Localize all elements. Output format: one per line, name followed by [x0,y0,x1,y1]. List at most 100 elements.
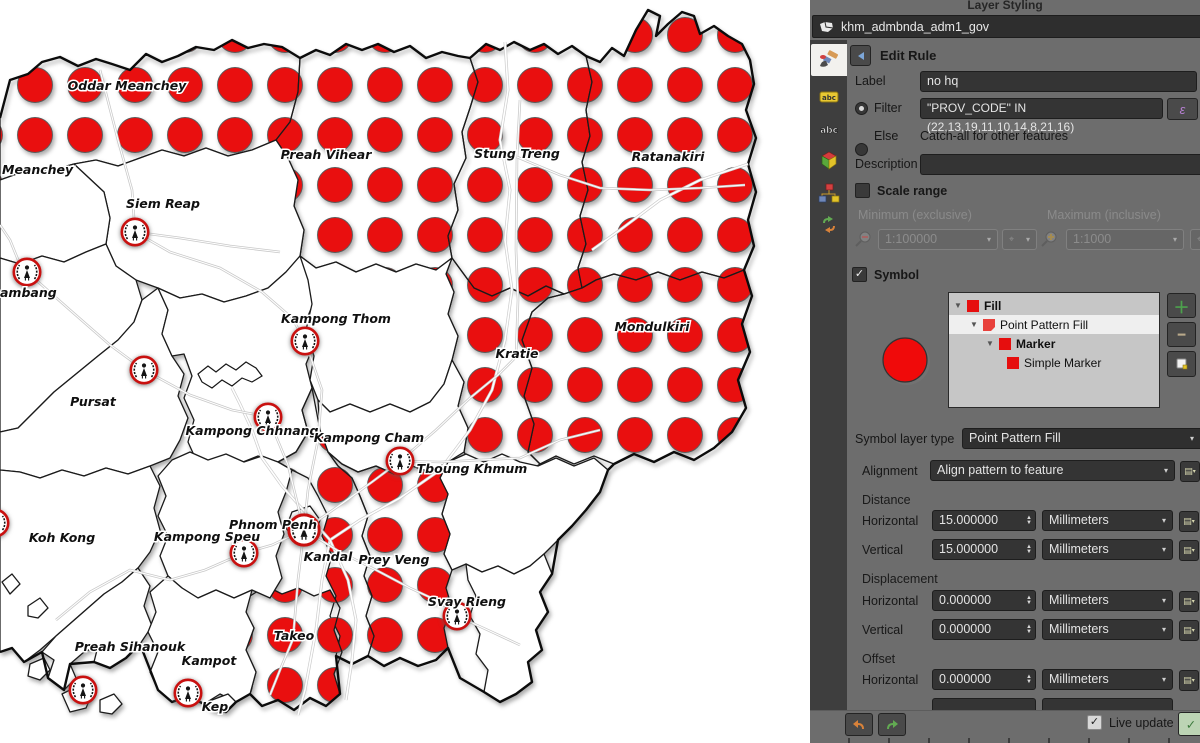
undo-button[interactable] [845,713,873,736]
province-island-2[interactable] [100,694,122,714]
spin-arrows-icon[interactable]: ▲▼ [1026,625,1032,635]
province-label: Kampot [182,653,238,668]
maximum-scale-combo[interactable]: 1:1000▾ [1066,229,1184,250]
tree-row-marker[interactable]: ▼ Marker [949,334,1159,353]
live-update-checkbox[interactable]: ✓ [1087,715,1102,730]
redo-button[interactable] [878,713,906,736]
expand-arrow-icon[interactable]: ▼ [970,320,978,329]
province-kampong-thom[interactable] [300,256,458,412]
scale-range-checkbox[interactable] [855,183,870,198]
minimum-scale-value: 1:100000 [885,230,937,249]
tab-labels[interactable]: abc [810,82,847,112]
label-input[interactable]: no hq [920,71,1197,92]
clipped-bottom-strip [810,738,1200,743]
hq-marker [131,357,157,383]
spin-arrows-icon[interactable]: ▲▼ [1026,596,1032,606]
filter-expression-input[interactable]: "PROV_CODE" IN (22,13,19,11,10,14,8,21,1… [920,98,1163,119]
tab-history[interactable] [810,210,847,240]
data-defined-override-button[interactable]: ▤▾ [1179,670,1199,691]
displacement-horizontal-unit-combo[interactable]: Millimeters▾ [1042,590,1173,611]
person-icon [398,454,402,458]
distance-horizontal-spinbox[interactable]: 15.000000 ▲▼ [932,510,1036,531]
unit-value: Millimeters [1049,670,1109,689]
data-defined-override-button[interactable]: ▤▾ [1180,461,1200,482]
symbol-tree[interactable]: ▼ Fill ▼ Point Pattern Fill ▼ Marker Sim… [948,292,1160,408]
expand-arrow-icon[interactable]: ▼ [986,339,994,348]
displacement-vertical-label: Vertical [862,623,903,637]
displacement-vertical-value: 0.000000 [939,620,991,639]
filter-radio[interactable] [855,102,868,115]
data-defined-override-button[interactable]: ▤▾ [1179,620,1199,641]
province-svay-rieng[interactable] [466,554,552,702]
map-canvas[interactable]: Oddar MeancheyMeancheyPreah VihearStung … [0,0,810,743]
panel-tab-strip: abc abc [810,40,847,710]
province-label: Oddar Meanchey [68,78,188,93]
expand-arrow-icon[interactable]: ▼ [954,301,962,310]
unit-value: Millimeters [1049,620,1109,639]
symbol-checkbox[interactable]: ✓ [852,267,867,282]
back-button[interactable] [850,45,871,66]
else-radio[interactable] [855,143,868,156]
else-label: Else [874,129,898,143]
data-defined-override-button[interactable]: ▤▾ [1179,540,1199,561]
layer-selector[interactable]: khm_admbnda_adm1_gov [812,15,1200,38]
distance-vertical-unit-combo[interactable]: Millimeters▾ [1042,539,1173,560]
displacement-horizontal-spinbox[interactable]: 0.000000 ▲▼ [932,590,1036,611]
point-pattern-fill-icon [983,319,995,331]
province-mondulkiri[interactable] [522,270,752,464]
maximum-scale-tool-combo[interactable]: ⌖ [1190,229,1200,250]
province-takeo[interactable] [246,586,342,710]
hq-marker [14,259,40,285]
province-label: Tboung Khmum [417,461,528,476]
data-defined-override-button[interactable]: ▤▾ [1179,591,1199,612]
province-label: Svay Rieng [428,594,506,609]
duplicate-symbol-layer-button[interactable] [1167,351,1196,377]
minimum-scale-tool-combo[interactable]: ⌖▾ [1002,229,1037,250]
hq-marker [387,448,413,474]
spin-arrows-icon[interactable]: ▲▼ [1026,545,1032,555]
apply-button[interactable]: ✓ [1178,712,1200,736]
province-label: Kampong Chhnang [185,423,318,438]
tab-3d-view[interactable] [810,146,847,176]
province-label: Stung Treng [474,146,560,161]
maximum-label: Maximum (inclusive) [1047,208,1161,222]
displacement-vertical-unit-combo[interactable]: Millimeters▾ [1042,619,1173,640]
tree-row-fill[interactable]: ▼ Fill [949,296,1159,315]
remove-symbol-layer-button[interactable]: ━ [1167,322,1196,347]
distance-horizontal-unit-combo[interactable]: Millimeters▾ [1042,510,1173,531]
offset-horizontal-label: Horizontal [862,673,918,687]
data-defined-override-button[interactable]: ▤▾ [1179,511,1199,532]
description-input[interactable] [920,154,1200,175]
alignment-combo[interactable]: Align pattern to feature▾ [930,460,1175,481]
simple-marker-icon [1007,357,1019,369]
symbol-label: Symbol [874,268,919,282]
tree-row-point-pattern-fill[interactable]: ▼ Point Pattern Fill [949,315,1159,334]
province-label: Kampong Cham [314,430,424,445]
offset-horizontal-unit-combo[interactable]: Millimeters▾ [1042,669,1173,690]
tree-marker-label: Marker [1016,337,1055,351]
person-icon [242,546,246,550]
province-label: Kandal [304,549,353,564]
tree-row-simple-marker[interactable]: Simple Marker [949,353,1159,372]
person-icon [25,265,29,269]
minimum-scale-combo[interactable]: 1:100000▾ [878,229,998,250]
tab-masks[interactable]: abc [810,114,847,144]
tab-symbology[interactable] [811,44,847,76]
tab-diagrams[interactable] [810,178,847,208]
offset-horizontal-spinbox[interactable]: 0.000000 ▲▼ [932,669,1036,690]
symbol-layer-type-combo[interactable]: Point Pattern Fill▾ [962,428,1200,449]
person-icon [186,686,190,690]
tree-fill-label: Fill [984,299,1001,313]
offset-horizontal-value: 0.000000 [939,670,991,689]
distance-vertical-spinbox[interactable]: 15.000000 ▲▼ [932,539,1036,560]
spin-arrows-icon[interactable]: ▲▼ [1026,675,1032,685]
paintbrush-icon [818,50,840,70]
add-symbol-layer-button[interactable]: ＋ [1167,293,1196,318]
displacement-vertical-spinbox[interactable]: 0.000000 ▲▼ [932,619,1036,640]
expression-builder-button[interactable]: ε [1167,98,1198,120]
person-icon [81,683,85,687]
edit-rule-title: Edit Rule [880,48,936,63]
province-label: Koh Kong [29,530,95,545]
spin-arrows-icon[interactable]: ▲▼ [1026,516,1032,526]
polygon-layer-icon [819,21,834,33]
